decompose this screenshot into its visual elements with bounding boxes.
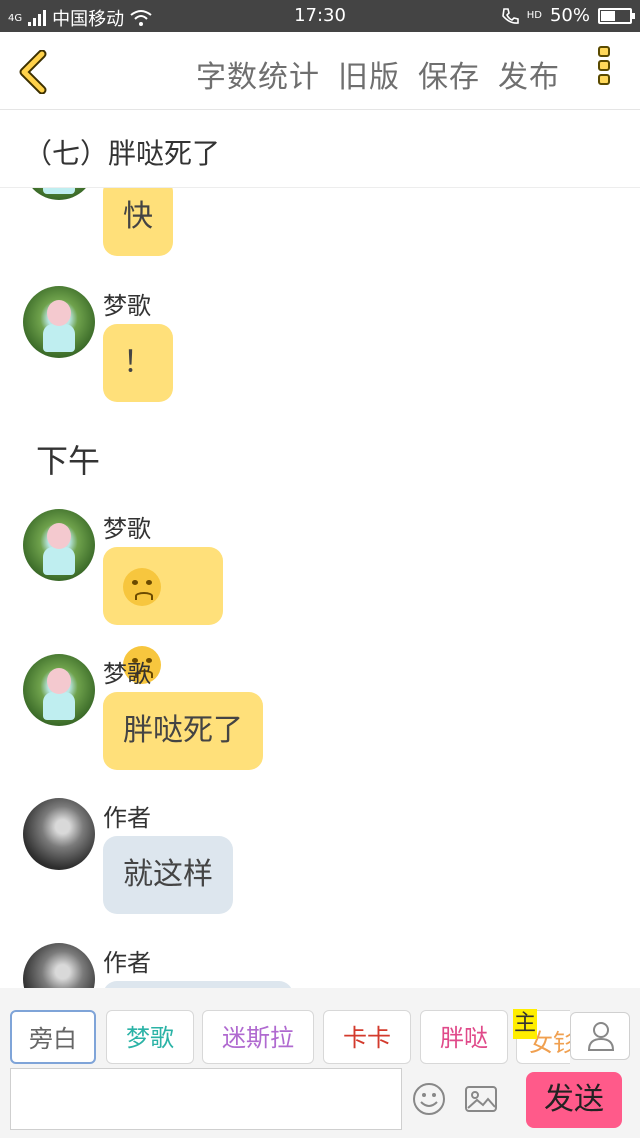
user-icon [587,1022,615,1051]
role-label: 梦歌 [126,1024,174,1052]
publish-button[interactable]: 发布 [498,52,560,96]
chapter-title-bar: （七）胖哒死了 [0,110,640,188]
sender-name: 梦歌 [103,660,151,688]
avatar[interactable] [23,509,95,581]
avatar[interactable] [23,798,95,870]
avatar[interactable] [23,286,95,358]
old-version-button[interactable]: 旧版 [338,52,400,96]
toolbar-actions: 字数统计 旧版 保存 发布 [196,52,560,96]
main-role-badge: 主 [513,1009,537,1039]
role-label: 迷斯拉 [222,1024,294,1052]
add-role-button[interactable] [570,1012,630,1060]
role-chip-narration[interactable]: 旁白 [10,1010,96,1064]
role-label: 卡卡 [343,1024,391,1052]
role-chip[interactable]: 迷斯拉 [202,1010,314,1064]
chevron-left-icon [19,49,47,95]
message-input[interactable] [10,1068,402,1130]
message-bubble[interactable]: 就这样 [103,836,233,914]
message-bubble[interactable]: 快 [103,188,173,256]
role-label: 胖哒 [440,1024,488,1052]
sender-name: 作者 [103,949,151,977]
battery-percent: 50% [549,5,590,26]
avatar[interactable] [23,188,95,200]
save-button[interactable]: 保存 [418,52,480,96]
avatar[interactable] [23,654,95,726]
image-icon [465,1086,497,1112]
sender-name: 作者 [103,804,151,832]
role-chip[interactable]: 胖哒 [420,1010,508,1064]
time-divider: 下午 [36,442,101,480]
emoji-button[interactable] [412,1082,446,1116]
avatar[interactable] [23,943,95,988]
message-bubble[interactable]: ！ [103,324,173,402]
input-bar: 发送 [0,1064,640,1138]
anxious-face-icon [123,567,161,606]
status-bar: 4G 中国移动 17:30 HD 50% [0,0,640,32]
battery-fill [601,10,615,21]
hd-label: HD [526,10,542,21]
word-count-button[interactable]: 字数统计 [196,52,320,96]
chat-area[interactable]: 快 梦歌 ！ 下午 梦歌 梦歌 胖哒死了 作者 就这样 作者 [0,188,640,988]
message-bubble[interactable] [103,981,293,988]
send-button[interactable]: 发送 [526,1072,622,1128]
more-vertical-icon[interactable] [598,46,614,96]
role-chip[interactable]: 卡卡 [323,1010,411,1064]
role-chip[interactable]: 梦歌 [106,1010,194,1064]
smiley-icon [413,1083,445,1115]
role-label: 旁白 [29,1025,77,1053]
image-button[interactable] [464,1084,498,1114]
sender-name: 梦歌 [103,515,151,543]
sender-name: 梦歌 [103,292,151,320]
message-bubble[interactable] [103,547,223,684]
phone-icon [501,7,519,24]
message-bubble[interactable]: 胖哒死了 [103,692,263,770]
editor-toolbar: 字数统计 旧版 保存 发布 [0,32,640,110]
role-selector: 旁白 梦歌 迷斯拉 卡卡 胖哒 女钐 [0,988,640,1064]
chapter-title: （七）胖哒死了 [24,137,221,170]
back-button[interactable] [14,49,54,95]
battery-icon [598,7,635,24]
